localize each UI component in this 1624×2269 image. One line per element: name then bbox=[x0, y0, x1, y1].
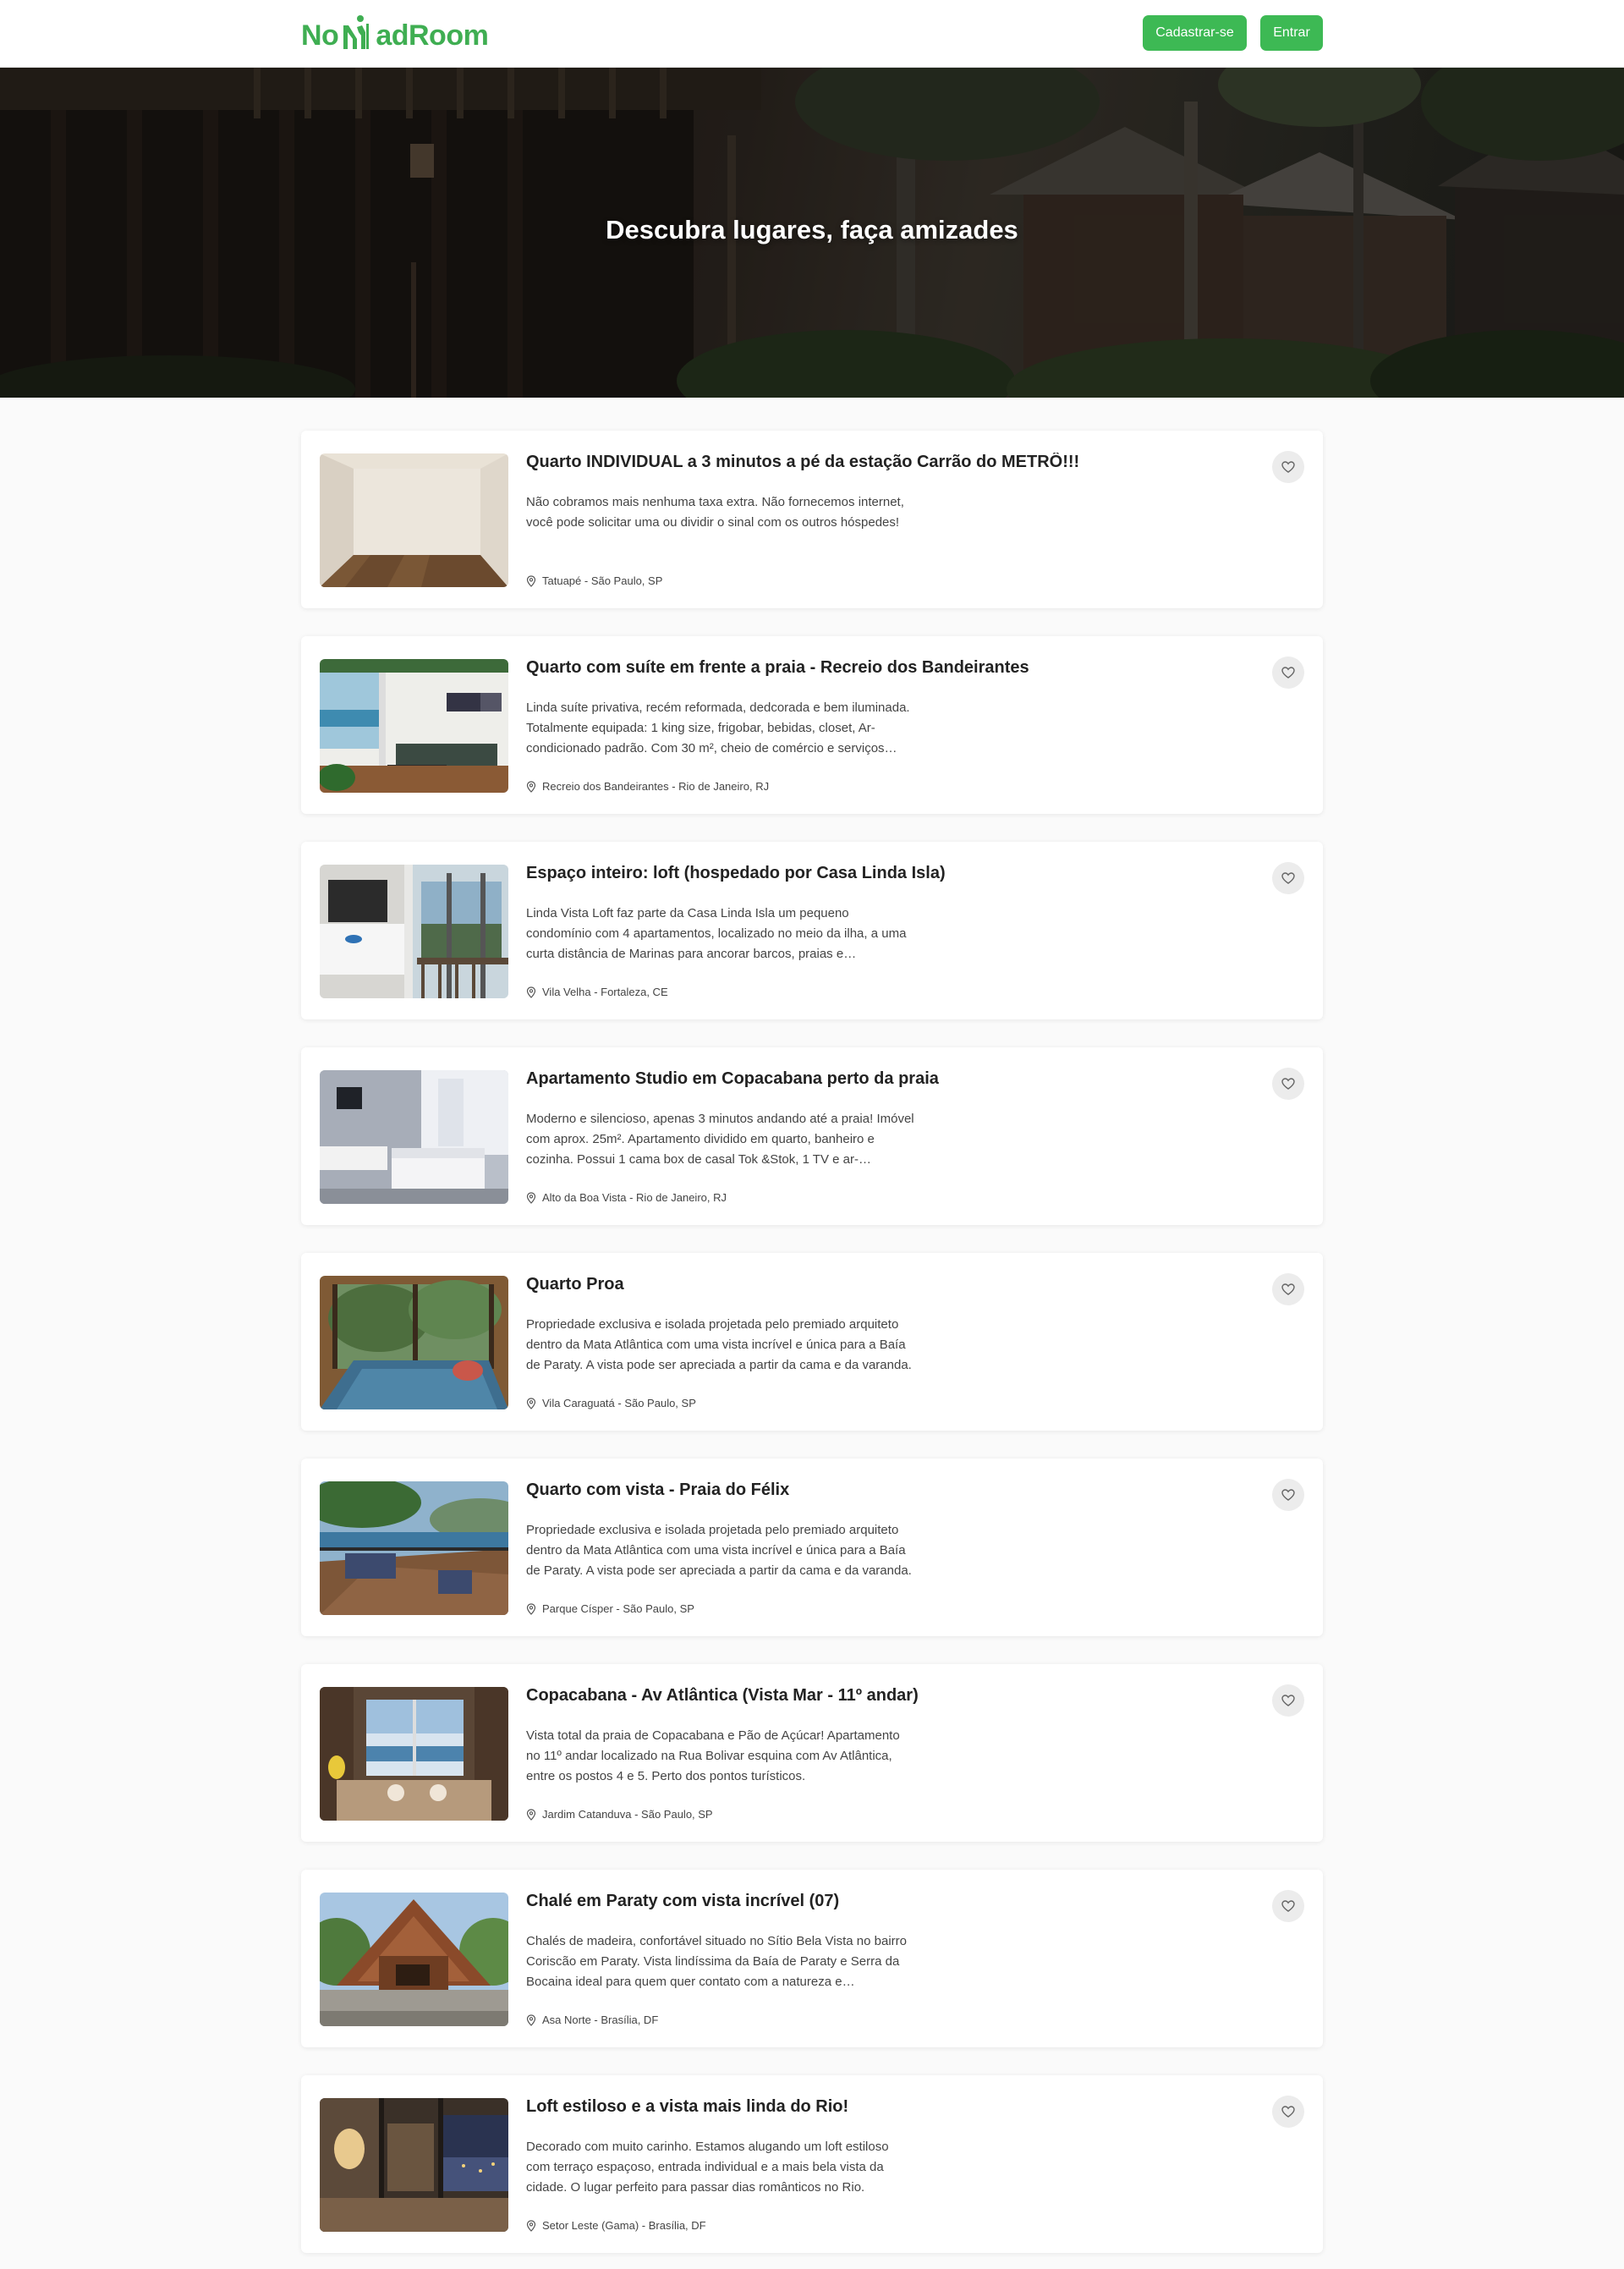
listing-location-text: Tatuapé - São Paulo, SP bbox=[542, 574, 663, 587]
listing-title[interactable]: Quarto com vista - Praia do Félix bbox=[526, 1481, 1203, 1500]
listing-description: Linda suíte privativa, recém reformada, … bbox=[526, 700, 910, 755]
listing-card[interactable]: Chalé em Paraty com vista incrível (07) … bbox=[301, 1870, 1323, 2047]
map-pin-icon bbox=[526, 780, 536, 793]
listing-title[interactable]: Copacabana - Av Atlântica (Vista Mar - 1… bbox=[526, 1686, 1203, 1706]
listing-list: Quarto INDIVIDUAL a 3 minutos a pé da es… bbox=[301, 431, 1323, 2269]
listing-location: Recreio dos Bandeirantes - Rio de Janeir… bbox=[526, 780, 769, 793]
listing-title[interactable]: Espaço inteiro: loft (hospedado por Casa… bbox=[526, 864, 1203, 883]
heart-icon bbox=[1281, 667, 1295, 679]
hero-title: Descubra lugares, faça amizades bbox=[606, 215, 1018, 244]
listing-photo[interactable] bbox=[320, 1481, 508, 1615]
top-navbar: No adRoom Cadastrar-se Entrar bbox=[0, 0, 1624, 68]
listing-location: Vila Velha - Fortaleza, CE bbox=[526, 986, 668, 998]
listing-title[interactable]: Loft estiloso e a vista mais linda do Ri… bbox=[526, 2097, 1203, 2117]
favorite-button[interactable] bbox=[1272, 1273, 1304, 1305]
listing-card[interactable]: Quarto com suíte em frente a praia - Rec… bbox=[301, 636, 1323, 814]
listing-photo[interactable] bbox=[320, 865, 508, 998]
heart-icon bbox=[1281, 872, 1295, 884]
listing-card[interactable]: Copacabana - Av Atlântica (Vista Mar - 1… bbox=[301, 1664, 1323, 1842]
listing-title[interactable]: Quarto Proa bbox=[526, 1275, 1203, 1294]
listing-card[interactable]: Apartamento Studio em Copacabana perto d… bbox=[301, 1047, 1323, 1225]
hero-banner: Descubra lugares, faça amizades bbox=[0, 68, 1624, 398]
listing-description: Não cobramos mais nenhuma taxa extra. Nã… bbox=[526, 495, 904, 530]
favorite-button[interactable] bbox=[1272, 1068, 1304, 1100]
map-pin-icon bbox=[526, 1808, 536, 1821]
listing-photo[interactable] bbox=[320, 1687, 508, 1821]
favorite-button[interactable] bbox=[1272, 2096, 1304, 2128]
login-button[interactable]: Entrar bbox=[1260, 15, 1323, 51]
listing-description: Propriedade exclusiva e isolada projetad… bbox=[526, 1317, 912, 1372]
listing-location: Vila Caraguatá - São Paulo, SP bbox=[526, 1397, 696, 1409]
listing-location: Setor Leste (Gama) - Brasília, DF bbox=[526, 2219, 706, 2232]
listing-location: Parque Císper - São Paulo, SP bbox=[526, 1602, 694, 1615]
signup-button[interactable]: Cadastrar-se bbox=[1143, 15, 1247, 51]
listing-location-text: Setor Leste (Gama) - Brasília, DF bbox=[542, 2219, 706, 2232]
favorite-button[interactable] bbox=[1272, 862, 1304, 894]
listing-card[interactable]: Loft estiloso e a vista mais linda do Ri… bbox=[301, 2075, 1323, 2253]
listing-location: Jardim Catanduva - São Paulo, SP bbox=[526, 1808, 713, 1821]
logo-text-start: No bbox=[301, 19, 339, 52]
listing-location-text: Asa Norte - Brasília, DF bbox=[542, 2014, 659, 2026]
listing-title[interactable]: Chalé em Paraty com vista incrível (07) bbox=[526, 1892, 1203, 1911]
map-pin-icon bbox=[526, 1397, 536, 1409]
listing-description: Propriedade exclusiva e isolada projetad… bbox=[526, 1523, 912, 1578]
listing-description: Vista total da praia de Copacabana e Pão… bbox=[526, 1728, 900, 1783]
listing-photo[interactable] bbox=[320, 1893, 508, 2026]
listing-location-text: Vila Velha - Fortaleza, CE bbox=[542, 986, 668, 998]
favorite-button[interactable] bbox=[1272, 657, 1304, 689]
listing-photo[interactable] bbox=[320, 2098, 508, 2232]
listing-photo[interactable] bbox=[320, 1070, 508, 1204]
listing-description: Chalés de madeira, confortável situado n… bbox=[526, 1934, 907, 1989]
favorite-button[interactable] bbox=[1272, 451, 1304, 483]
listing-location-text: Alto da Boa Vista - Rio de Janeiro, RJ bbox=[542, 1191, 727, 1204]
listing-location-text: Vila Caraguatá - São Paulo, SP bbox=[542, 1397, 696, 1409]
listing-description: Linda Vista Loft faz parte da Casa Linda… bbox=[526, 906, 907, 961]
heart-icon bbox=[1281, 1695, 1295, 1706]
listing-location-text: Jardim Catanduva - São Paulo, SP bbox=[542, 1808, 713, 1821]
heart-icon bbox=[1281, 1489, 1295, 1501]
heart-icon bbox=[1281, 1078, 1295, 1090]
listing-location-text: Recreio dos Bandeirantes - Rio de Janeir… bbox=[542, 780, 770, 793]
listing-card[interactable]: Quarto Proa Propriedade exclusiva e isol… bbox=[301, 1253, 1323, 1431]
listing-photo[interactable] bbox=[320, 453, 508, 587]
nomadroom-logo[interactable]: No adRoom bbox=[301, 15, 489, 56]
listing-title[interactable]: Apartamento Studio em Copacabana perto d… bbox=[526, 1069, 1203, 1089]
listing-card[interactable]: Quarto INDIVIDUAL a 3 minutos a pé da es… bbox=[301, 431, 1323, 608]
favorite-button[interactable] bbox=[1272, 1890, 1304, 1922]
favorite-button[interactable] bbox=[1272, 1479, 1304, 1511]
heart-icon bbox=[1281, 2106, 1295, 2118]
logo-text-end: adRoom bbox=[376, 19, 489, 52]
map-pin-icon bbox=[526, 1191, 536, 1204]
heart-icon bbox=[1281, 1900, 1295, 1912]
favorite-button[interactable] bbox=[1272, 1684, 1304, 1717]
listing-location: Tatuapé - São Paulo, SP bbox=[526, 574, 662, 587]
heart-icon bbox=[1281, 461, 1295, 473]
listing-location: Alto da Boa Vista - Rio de Janeiro, RJ bbox=[526, 1191, 727, 1204]
listing-photo[interactable] bbox=[320, 659, 508, 793]
listing-card[interactable]: Espaço inteiro: loft (hospedado por Casa… bbox=[301, 842, 1323, 1019]
listing-location-text: Parque Císper - São Paulo, SP bbox=[542, 1602, 694, 1615]
map-pin-icon bbox=[526, 2219, 536, 2232]
map-pin-icon bbox=[526, 986, 536, 998]
listing-card[interactable]: Quarto com vista - Praia do Félix Propri… bbox=[301, 1459, 1323, 1636]
map-pin-icon bbox=[526, 574, 536, 587]
listing-title[interactable]: Quarto INDIVIDUAL a 3 minutos a pé da es… bbox=[526, 453, 1203, 472]
listing-photo[interactable] bbox=[320, 1276, 508, 1409]
listing-title[interactable]: Quarto com suíte em frente a praia - Rec… bbox=[526, 658, 1203, 678]
map-pin-icon bbox=[526, 1602, 536, 1615]
map-pin-icon bbox=[526, 2014, 536, 2026]
listing-description: Decorado com muito carinho. Estamos alug… bbox=[526, 2140, 889, 2195]
heart-icon bbox=[1281, 1283, 1295, 1295]
listing-description: Moderno e silencioso, apenas 3 minutos a… bbox=[526, 1112, 914, 1167]
listing-location: Asa Norte - Brasília, DF bbox=[526, 2014, 658, 2026]
hiker-m-icon bbox=[340, 15, 374, 51]
